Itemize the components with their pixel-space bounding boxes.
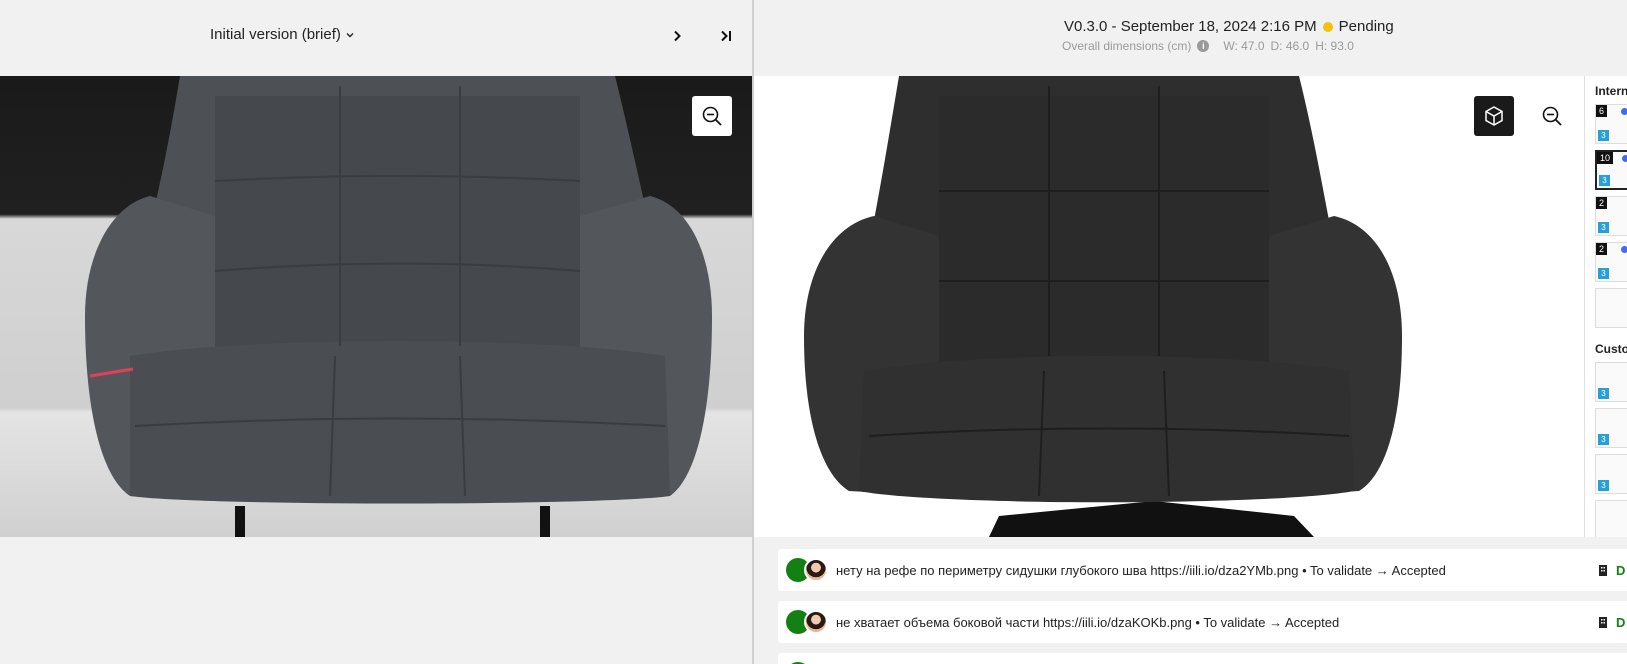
chevron-down-icon [346, 32, 354, 37]
model-render-image[interactable] [754, 76, 1584, 537]
reference-header: Initial version (brief) [0, 0, 752, 76]
thumbnail-item[interactable]: 3 [1595, 408, 1627, 448]
dimensions-label: Overall dimensions (cm) [1062, 39, 1192, 53]
version-info: V0.3.0 - September 18, 2024 2:16 PM Pend… [1064, 18, 1394, 35]
comment-meta: D [1598, 615, 1625, 630]
thumbnail-item[interactable]: 3 [1595, 454, 1627, 494]
building-icon [1599, 617, 1607, 628]
thumbnail-item-selected[interactable]: 10 3 [1595, 150, 1627, 190]
next-version-button[interactable] [666, 25, 688, 47]
thumbnail-item[interactable] [1595, 500, 1627, 537]
view-3d-button[interactable] [1474, 96, 1514, 136]
version-dropdown-label: Initial version (brief) [210, 26, 341, 43]
zoom-out-button[interactable] [1532, 96, 1572, 136]
unread-dot-icon [1622, 155, 1627, 162]
thumbnail-badge: 3 [1598, 434, 1609, 445]
model-panel: V0.3.0 - September 18, 2024 2:16 PM Pend… [754, 0, 1627, 664]
comment-text: нету на рефе по периметру сидушки глубок… [836, 562, 1446, 578]
reference-image[interactable] [0, 76, 752, 537]
model-chair-render [804, 76, 1402, 537]
thumbnail-count: 10 [1597, 152, 1614, 164]
skip-to-end-icon [721, 30, 731, 42]
dimension-width: W: 47.0 [1223, 39, 1265, 53]
avatar [804, 610, 828, 634]
zoom-out-button[interactable] [692, 96, 732, 136]
custom-section-title: Custo [1595, 342, 1627, 356]
building-icon [1599, 565, 1607, 576]
version-dropdown[interactable]: Initial version (brief) [210, 26, 355, 43]
thumbnail-badge: 3 [1598, 268, 1609, 279]
chevron-right-icon [674, 30, 681, 42]
thumbnail-sidebar: Intern 6 3 10 3 2 3 2 3 Custo 3 3 3 [1584, 76, 1627, 537]
comment-meta: D [1598, 563, 1625, 578]
thumbnail-item[interactable]: 2 3 [1595, 242, 1627, 282]
thumbnail-badge: 3 [1598, 480, 1609, 491]
info-icon[interactable]: i [1197, 40, 1210, 52]
status-dot-icon [1322, 21, 1333, 32]
comment-item[interactable] [778, 653, 1627, 664]
thumbnail-item[interactable]: 6 3 [1595, 104, 1627, 144]
comment-right-label: D [1616, 614, 1626, 630]
avatar [804, 558, 828, 582]
last-version-button[interactable] [716, 25, 738, 47]
thumbnail-item[interactable] [1595, 288, 1627, 328]
thumbnail-badge: 3 [1598, 222, 1609, 233]
model-header: V0.3.0 - September 18, 2024 2:16 PM Pend… [754, 0, 1627, 76]
thumbnail-count: 2 [1596, 197, 1608, 209]
unread-dot-icon [1621, 108, 1627, 115]
thumbnail-badge: 3 [1598, 388, 1609, 399]
dimension-height: H: 93.0 [1315, 39, 1354, 53]
reference-chair-photo [85, 76, 712, 537]
comment-item[interactable]: нету на рефе по периметру сидушки глубок… [778, 549, 1627, 591]
thumbnail-badge: 3 [1599, 175, 1610, 186]
status-badge: Pending [1338, 18, 1394, 35]
cube-icon [1485, 106, 1503, 126]
thumbnail-item[interactable]: 2 3 [1595, 196, 1627, 236]
reference-panel: Initial version (brief) [0, 0, 752, 664]
thumbnail-item[interactable]: 3 [1595, 362, 1627, 402]
zoom-out-icon [702, 106, 722, 126]
comment-text: не хватает объема боковой части https://… [836, 614, 1340, 630]
comment-right-label: D [1616, 562, 1626, 578]
comment-item[interactable]: не хватает объема боковой части https://… [778, 601, 1627, 643]
dimensions-info: Overall dimensions (cm) i W: 47.0 D: 46.… [1062, 39, 1354, 53]
zoom-out-icon [1542, 106, 1562, 126]
internal-section-title: Intern [1595, 84, 1627, 98]
dimension-depth: D: 46.0 [1270, 39, 1310, 53]
thumbnail-count: 2 [1596, 243, 1608, 255]
version-title: V0.3.0 - September 18, 2024 2:16 PM [1064, 18, 1317, 35]
thumbnail-badge: 3 [1598, 130, 1609, 141]
comments-list: нету на рефе по периметру сидушки глубок… [754, 537, 1627, 664]
thumbnail-count: 6 [1596, 105, 1608, 117]
unread-dot-icon [1621, 246, 1627, 253]
